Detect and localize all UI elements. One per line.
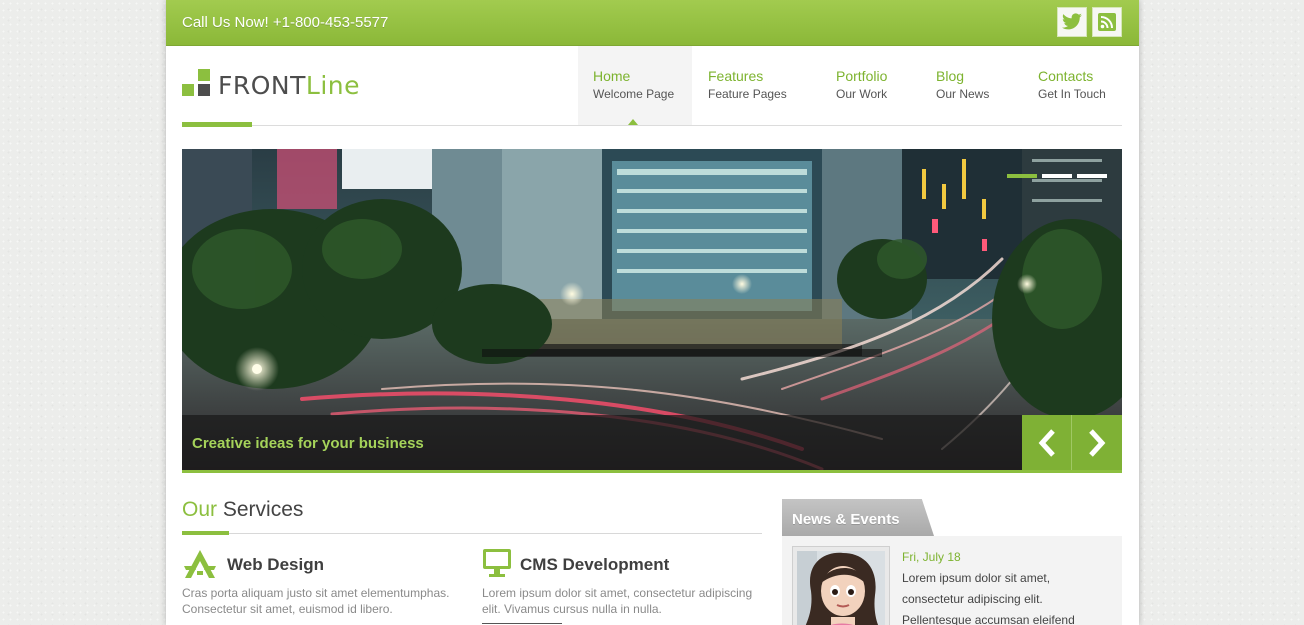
header-divider [182,125,1122,126]
chevron-right-icon [1089,428,1106,457]
slider-prev-button[interactable] [1022,415,1072,470]
logo-mark-icon [182,68,210,96]
phone-number: Call Us Now! +1-800-453-5577 [182,14,389,31]
news-avatar[interactable] [792,546,890,625]
services-heading: Our Services [182,498,304,521]
nav-item-portfolio[interactable]: Portfolio Our Work [836,46,887,126]
news-date: Fri, July 18 [902,550,961,564]
top-bar: Call Us Now! +1-800-453-5577 [166,0,1139,46]
slide-dot[interactable] [1007,174,1037,178]
services-divider [182,533,762,534]
cartoon-girl-avatar [797,551,885,625]
service-title[interactable]: Web Design [227,555,324,575]
web-design-icon [184,550,216,578]
hero-slider[interactable]: Creative ideas for your business [182,149,1122,473]
nav-item-contacts[interactable]: Contacts Get In Touch [1038,46,1106,126]
news-text: Lorem ipsum dolor sit amet, consectetur … [902,571,1075,625]
service-description: Cras porta aliquam justo sit amet elemen… [182,586,450,616]
slide-dot[interactable] [1077,174,1107,178]
service-title[interactable]: CMS Development [520,555,669,575]
nav-item-features[interactable]: Features Feature Pages [708,46,787,126]
read-more-underline [482,623,562,624]
nav-item-blog[interactable]: Blog Our News [936,46,989,126]
monitor-icon [483,549,511,577]
logo-text: FRONTLine [218,71,361,100]
slide-caption-text: Creative ideas for your business [192,435,424,452]
service-description: Lorem ipsum dolor sit amet, consectetur … [482,586,753,616]
slider-next-button[interactable] [1072,415,1122,470]
news-events-tab[interactable]: News & Events [782,499,934,536]
nav-item-home[interactable]: Home Welcome Page [578,46,692,126]
chevron-left-icon [1038,428,1055,457]
twitter-icon[interactable] [1057,7,1087,37]
rss-icon[interactable] [1092,7,1122,37]
page: Call Us Now! +1-800-453-5577 FRONTLine H… [166,0,1139,625]
services-accent-bar [182,531,229,535]
slide-caption: Creative ideas for your business [182,415,1022,470]
header-accent-bar [182,122,252,127]
slide-dot[interactable] [1042,174,1072,178]
